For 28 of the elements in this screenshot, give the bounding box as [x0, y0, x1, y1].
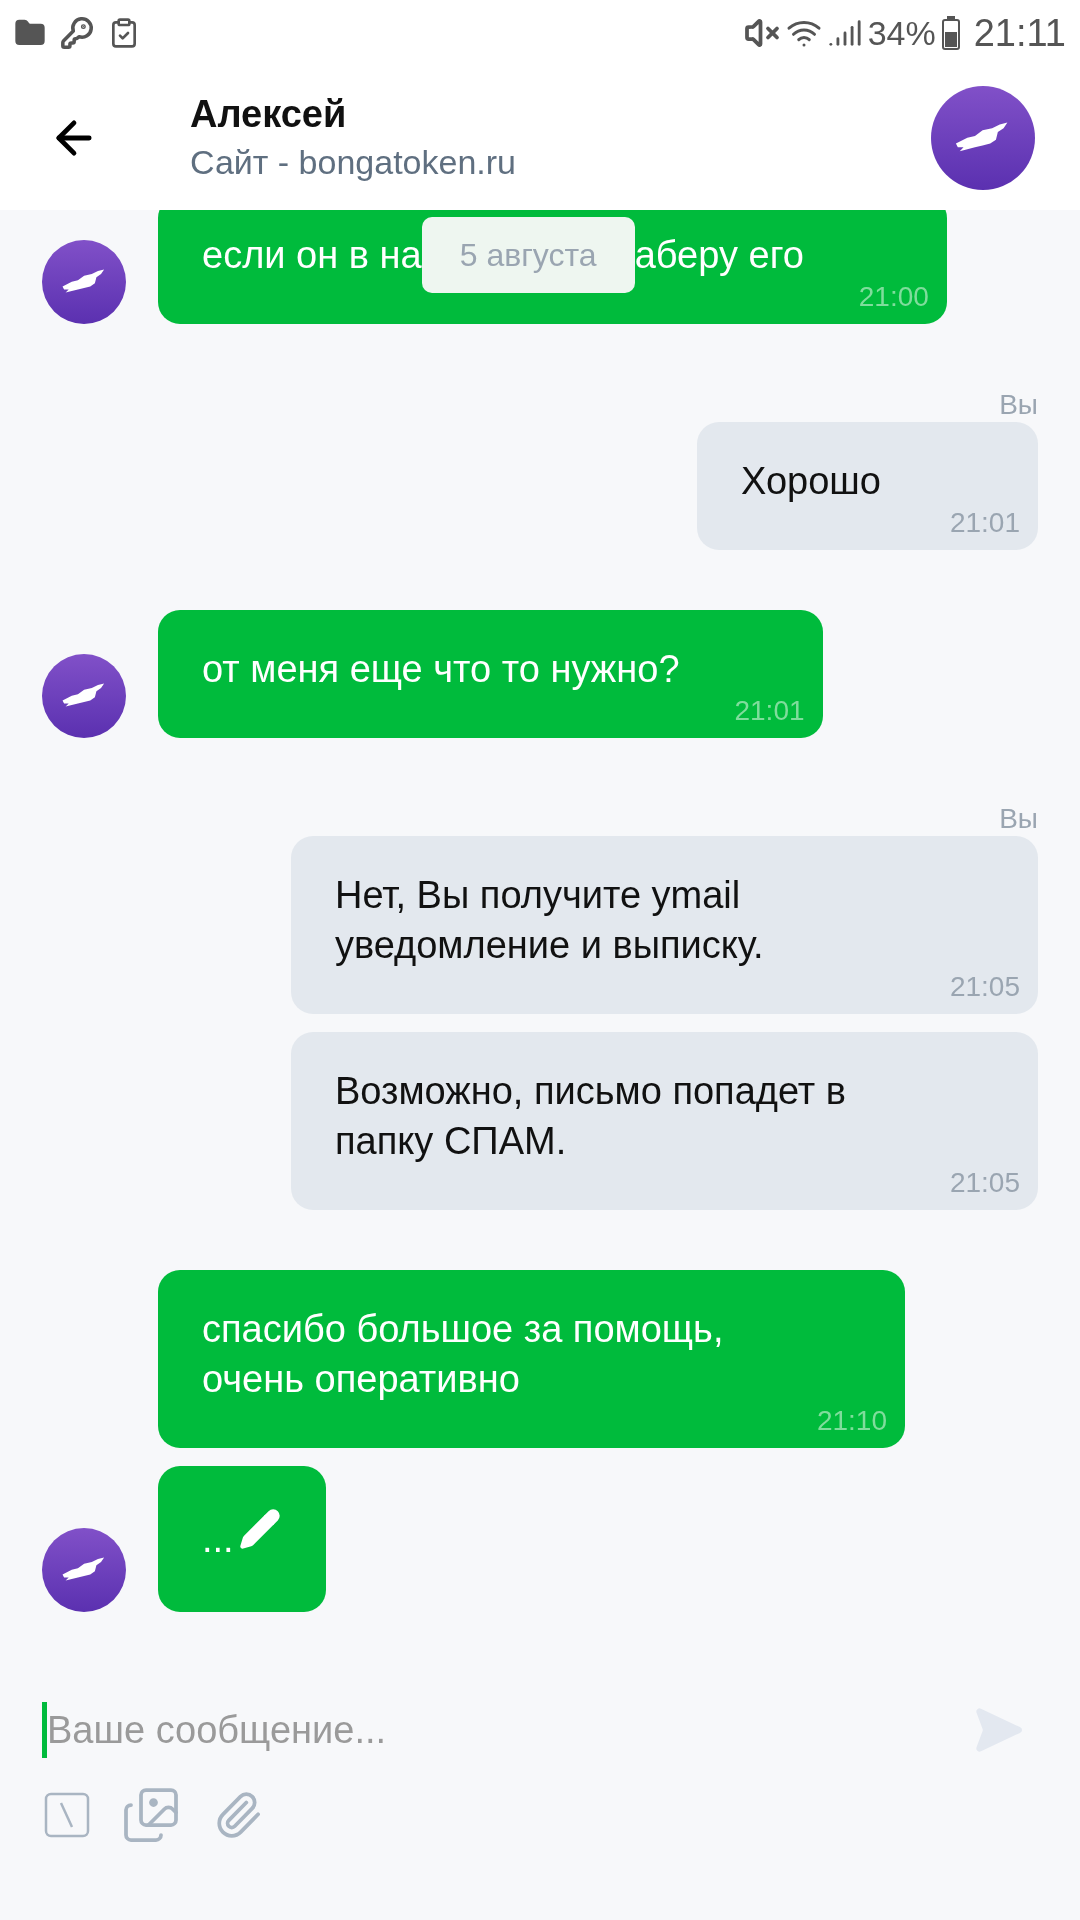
- message-time: 21:05: [949, 1166, 1020, 1200]
- key-icon: [60, 16, 94, 50]
- images-icon: [121, 1785, 181, 1845]
- contact-subtitle: Сайт - bongatoken.ru: [190, 142, 517, 183]
- message-time: 21:00: [858, 280, 929, 314]
- message-time: 21:01: [734, 694, 805, 728]
- sender-label: Вы: [999, 802, 1038, 832]
- battery-percent: 34%: [867, 12, 936, 54]
- slash-square-icon: [44, 1792, 90, 1838]
- sender-label: Вы: [999, 388, 1038, 418]
- date-chip: 5 августа: [421, 217, 635, 293]
- message-text: если он в на: [202, 233, 422, 278]
- command-button[interactable]: [42, 1790, 92, 1840]
- message-time: 21:05: [949, 970, 1020, 1004]
- message-time: 21:01: [949, 506, 1020, 540]
- message-text: Возможно, письмо попадет в папку СПАМ.: [335, 1069, 847, 1164]
- message-input[interactable]: Ваше сообщение...: [42, 1702, 968, 1758]
- message-text: Хорошо: [741, 459, 882, 504]
- contact-name: Алексей: [190, 92, 348, 137]
- message-time: 21:10: [816, 1404, 887, 1438]
- message-text: от меня еще что то нужно?: [202, 647, 680, 692]
- typing-dots: ...: [202, 1517, 234, 1562]
- clock: 21:11: [973, 10, 1066, 56]
- message-text: спасибо большое за помощь, очень оперативно: [202, 1307, 725, 1402]
- message-text: аберу его: [634, 233, 804, 278]
- pencil-icon: [237, 1507, 282, 1551]
- message-text: Нет, Вы получите ymail уведомление и выписку.: [335, 873, 765, 968]
- battery-icon: [941, 16, 960, 50]
